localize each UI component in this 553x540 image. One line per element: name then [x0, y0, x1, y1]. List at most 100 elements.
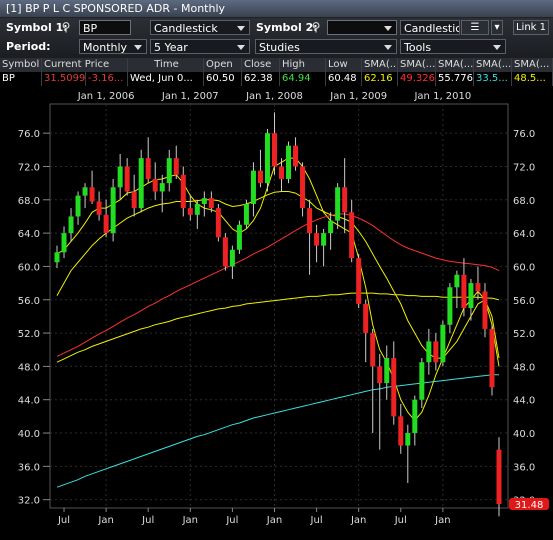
y-axis-label-right: 52.0: [513, 329, 535, 340]
quote-header: High: [280, 58, 326, 72]
candle-body: [61, 233, 67, 253]
candle-body: [250, 170, 256, 204]
candle-body: [264, 133, 270, 184]
bottom-axis-label: Jul: [141, 515, 154, 526]
top-axis-label: Jan 1, 2009: [329, 91, 387, 102]
candle-body: [398, 416, 404, 446]
symbol1-input[interactable]: BP: [79, 20, 131, 35]
window-title: [1] BP P L C SPONSORED ADR - Monthly: [0, 0, 553, 18]
quote-header: Current Price: [42, 58, 128, 72]
candle-body: [496, 449, 502, 505]
y-axis-label-right: 40.0: [513, 429, 535, 440]
y-axis-label-left: 44.0: [18, 396, 40, 407]
candle-body: [370, 333, 376, 367]
candle-body: [342, 187, 348, 213]
quote-header: SMA(...: [398, 58, 436, 72]
quote-header: Symbol: [0, 58, 42, 72]
candle-body: [412, 399, 418, 434]
candle-body: [419, 362, 425, 400]
bottom-axis-label: Jan: [266, 515, 282, 526]
symbol2-input[interactable]: [327, 20, 397, 35]
chevron-down-icon[interactable]: ▾: [491, 20, 503, 35]
search-icon[interactable]: ⚲: [308, 20, 324, 35]
y-axis-label-right: 76.0: [513, 129, 535, 140]
y-axis-label-right: 36.0: [513, 462, 535, 473]
y-axis-label-left: 40.0: [18, 429, 40, 440]
candle-body: [405, 433, 411, 446]
candle-body: [300, 166, 306, 209]
candle-body: [286, 145, 292, 179]
quote-time: Wed, Jun 0...: [128, 72, 204, 86]
quote-header: SMA(...: [512, 58, 553, 72]
top-axis-label: Jan 1, 2007: [161, 91, 219, 102]
candle-body: [96, 201, 102, 215]
candle-body: [138, 158, 144, 209]
candle-body: [152, 178, 158, 192]
y-axis-label-left: 56.0: [18, 296, 40, 307]
bottom-axis-label: Jan: [350, 515, 366, 526]
y-axis-label-right: 72.0: [513, 162, 535, 173]
candle-body: [243, 203, 249, 225]
candlestick-chart[interactable]: 32.032.036.036.040.040.044.044.048.048.0…: [0, 88, 553, 537]
candle-body: [131, 191, 137, 209]
price-chart[interactable]: 32.032.036.036.040.040.044.044.048.048.0…: [0, 88, 553, 537]
bottom-axis-label: Jul: [310, 515, 323, 526]
candle-body: [222, 237, 228, 267]
candle-body: [349, 212, 355, 259]
candle-body: [454, 274, 460, 288]
candle-body: [82, 187, 88, 196]
quote-low: 60.48: [326, 72, 362, 86]
candle-body: [236, 224, 242, 250]
quote-header: Close: [242, 58, 280, 72]
y-axis-label-right: 60.0: [513, 262, 535, 273]
candle-body: [384, 358, 390, 384]
candle-body: [433, 341, 439, 363]
y-axis-label-left: 76.0: [18, 129, 40, 140]
period-select[interactable]: Monthly: [79, 39, 147, 54]
candle-body: [201, 198, 207, 204]
top-axis-label: Jan 1, 2008: [245, 91, 303, 102]
quote-symbol: BP: [0, 72, 42, 86]
quote-sma-3: 55.776: [436, 72, 474, 86]
y-axis-label-left: 36.0: [18, 462, 40, 473]
candle-body: [363, 303, 369, 334]
candle-body: [314, 233, 320, 246]
search-icon[interactable]: ⚲: [58, 20, 74, 35]
chart-type-1-select[interactable]: Candlestick: [150, 20, 250, 35]
period-label: Period:: [6, 40, 51, 53]
quote-high: 64.94: [280, 72, 326, 86]
quote-header-row: Symbol Current Price Time Open Close Hig…: [0, 58, 553, 72]
candle-body: [271, 133, 277, 167]
link-button[interactable]: Link 1: [513, 20, 549, 35]
candle-body: [328, 220, 334, 234]
bottom-axis-label: Jul: [225, 515, 238, 526]
candle-body: [440, 324, 446, 363]
candle-body: [321, 233, 327, 246]
quote-data-row[interactable]: BP 31.5099 -3.16... Wed, Jun 0... 60.50 …: [0, 72, 553, 86]
y-axis-label-right: 56.0: [513, 296, 535, 307]
current-price-label: 31.48: [515, 500, 544, 511]
quote-sma-5: 48.5...: [512, 72, 553, 86]
bottom-axis-label: Jan: [97, 515, 113, 526]
candle-body: [159, 183, 165, 192]
menu-icon[interactable]: ☰: [461, 20, 489, 35]
candle-body: [173, 158, 179, 175]
candle-body: [426, 341, 432, 363]
candle-body: [356, 258, 362, 304]
bottom-axis-label: Jan: [434, 515, 450, 526]
y-axis-label-right: 68.0: [513, 196, 535, 207]
candle-body: [103, 214, 109, 234]
studies-select[interactable]: Studies: [255, 39, 397, 54]
y-axis-label-right: 44.0: [513, 396, 535, 407]
bottom-axis-label: Jan: [182, 515, 198, 526]
quote-header: SMA(...: [362, 58, 398, 72]
chart-type-2-select[interactable]: Candlestick: [400, 20, 460, 35]
range-select[interactable]: 5 Year: [150, 39, 250, 54]
quote-header: Low: [326, 58, 362, 72]
bottom-axis-label: Jul: [57, 515, 70, 526]
y-axis-label-left: 60.0: [18, 262, 40, 273]
quote-sma-1: 62.16: [362, 72, 398, 86]
tools-select[interactable]: Tools: [400, 39, 506, 54]
y-axis-label-left: 48.0: [18, 362, 40, 373]
candle-body: [89, 187, 95, 202]
